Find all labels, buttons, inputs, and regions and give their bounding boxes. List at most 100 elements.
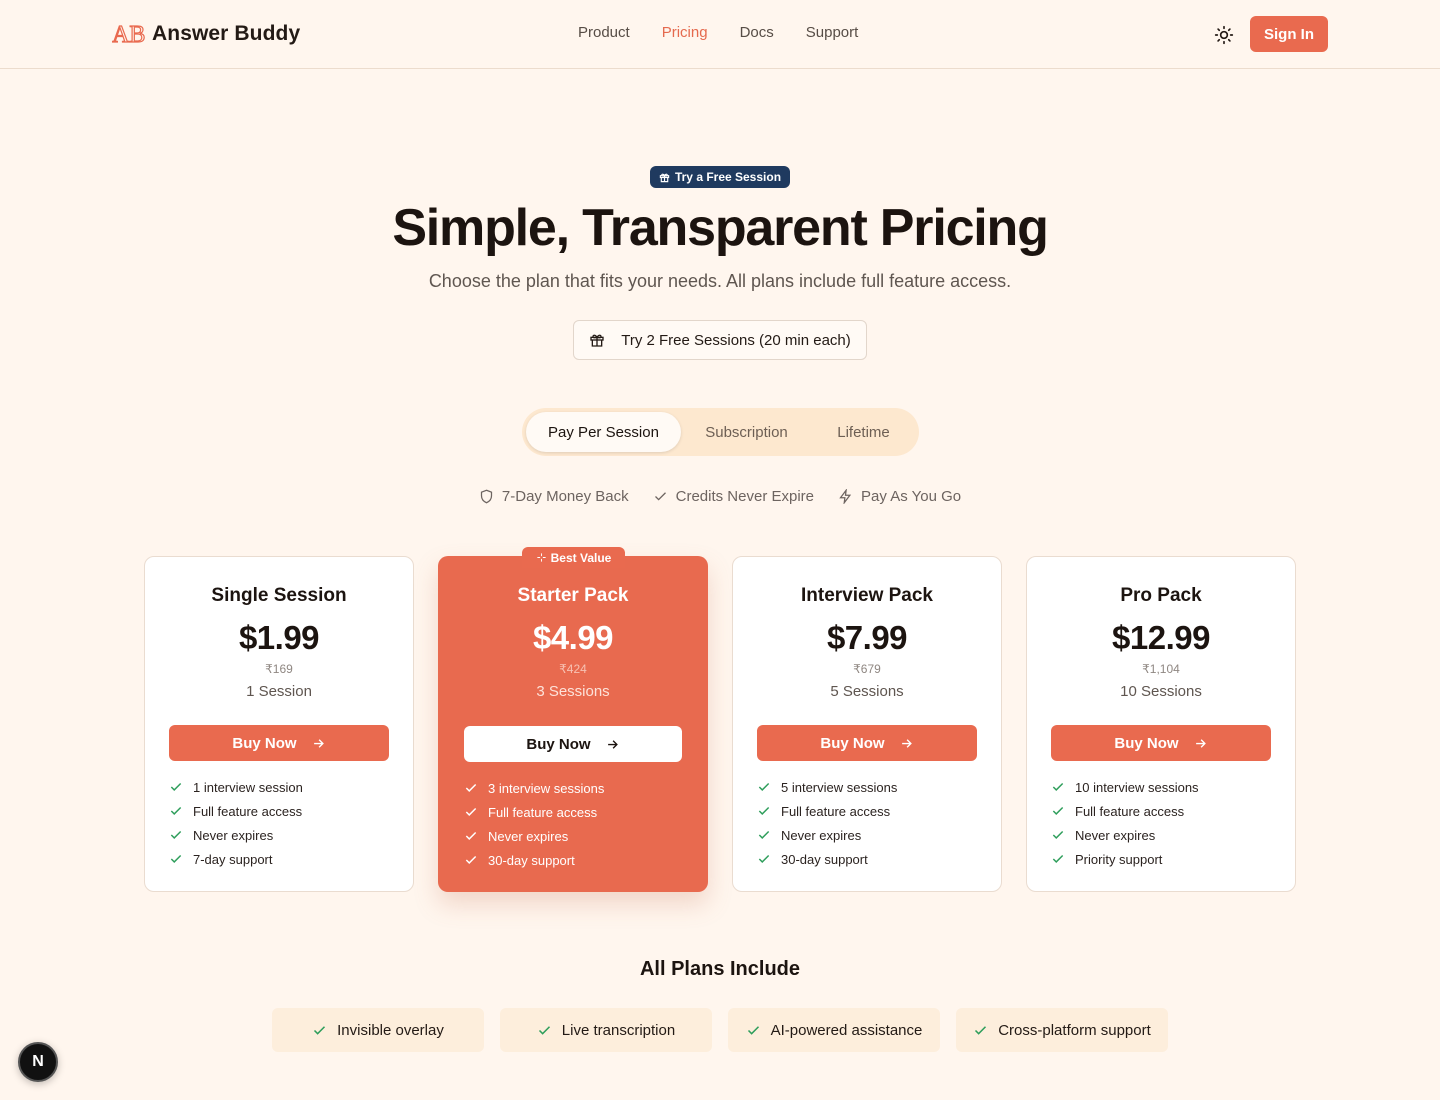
plan-price-inr: ₹169	[265, 662, 293, 676]
plan-card-pro: Pro Pack $12.99 ₹1,104 10 Sessions Buy N…	[1026, 556, 1296, 892]
feature-label: Full feature access	[488, 804, 598, 820]
check-icon	[465, 783, 477, 792]
check-icon	[758, 830, 770, 839]
feature-label: Full feature access	[193, 803, 303, 819]
feature-label: 7-day support	[193, 851, 273, 867]
plan-price-inr: ₹1,104	[1142, 662, 1180, 676]
arrow-right-icon	[607, 739, 618, 749]
plan-sessions: 5 Sessions	[830, 683, 904, 700]
brand-logo[interactable]: AB Answer Buddy	[112, 20, 300, 48]
best-value-label: Best Value	[550, 550, 612, 565]
nav-product[interactable]: Product	[578, 24, 630, 41]
plan-price-inr: ₹679	[853, 662, 881, 676]
included-feature-label: Cross-platform support	[998, 1021, 1151, 1039]
guarantee-label: 7-Day Money Back	[501, 488, 629, 505]
plan-price: $1.99	[238, 619, 320, 656]
tab-pay-per-session[interactable]: Pay Per Session	[526, 412, 681, 452]
feature-item: 3 interview sessions	[464, 776, 604, 800]
guarantee-never-expire: Credits Never Expire	[653, 488, 814, 505]
guarantee-pay-as-you-go: Pay As You Go	[838, 488, 961, 505]
billing-tabs: Pay Per Session Subscription Lifetime	[522, 408, 919, 456]
plan-price: $4.99	[532, 619, 614, 656]
free-sessions-label: Try 2 Free Sessions (20 min each)	[621, 331, 851, 349]
free-session-badge[interactable]: Try a Free Session	[650, 166, 790, 188]
feature-item: 10 interview sessions	[1051, 775, 1199, 799]
buy-now-label: Buy Now	[526, 735, 591, 753]
included-feature-chip: Invisible overlay	[272, 1008, 484, 1052]
feature-label: Never expires	[193, 827, 274, 843]
best-value-badge: Best Value	[522, 547, 625, 568]
plan-features: 1 interview session Full feature access …	[169, 775, 303, 871]
svg-text:AB: AB	[112, 22, 145, 48]
buy-now-button[interactable]: Buy Now	[1051, 725, 1271, 761]
all-plans-list: Invisible overlay Live transcription AI-…	[272, 1008, 1168, 1052]
feature-item: Never expires	[1051, 823, 1199, 847]
feature-item: 5 interview sessions	[757, 775, 897, 799]
sun-icon	[1214, 25, 1234, 45]
plan-features: 5 interview sessions Full feature access…	[757, 775, 897, 871]
page-subtitle: Choose the plan that fits your needs. Al…	[428, 271, 1012, 291]
gift-icon	[590, 334, 604, 347]
tab-subscription[interactable]: Subscription	[685, 412, 808, 452]
plan-card-single: Single Session $1.99 ₹169 1 Session Buy …	[144, 556, 414, 892]
guarantee-label: Credits Never Expire	[675, 488, 815, 505]
check-icon	[1052, 854, 1064, 863]
included-feature-chip: AI-powered assistance	[728, 1008, 940, 1052]
guarantee-row: 7-Day Money Back Credits Never Expire Pa…	[0, 488, 1440, 505]
feature-label: Full feature access	[1075, 803, 1185, 819]
guarantee-money-back: 7-Day Money Back	[479, 488, 629, 505]
feature-label: 5 interview sessions	[781, 779, 898, 795]
free-sessions-button[interactable]: Try 2 Free Sessions (20 min each)	[573, 320, 867, 360]
check-icon	[170, 806, 182, 815]
brand-name: Answer Buddy	[152, 22, 301, 45]
feature-label: Full feature access	[781, 803, 891, 819]
check-icon	[1052, 782, 1064, 791]
sparkle-icon	[537, 553, 546, 562]
check-icon	[758, 854, 770, 863]
check-icon	[758, 782, 770, 791]
check-icon	[170, 782, 182, 791]
logo-mark-icon: AB	[112, 21, 146, 48]
theme-toggle-button[interactable]	[1210, 21, 1238, 49]
site-header: AB Answer Buddy Product Pricing Docs Sup…	[0, 0, 1440, 69]
buy-now-button[interactable]: Buy Now	[757, 725, 977, 761]
buy-now-label: Buy Now	[820, 734, 885, 752]
included-feature-label: Live transcription	[561, 1021, 676, 1039]
nav-support[interactable]: Support	[806, 24, 859, 41]
nav-pricing[interactable]: Pricing	[662, 24, 708, 41]
included-feature-label: Invisible overlay	[337, 1021, 444, 1039]
shield-icon	[480, 489, 493, 504]
feature-item: Never expires	[464, 824, 604, 848]
free-session-badge-label: Try a Free Session	[674, 170, 782, 184]
dev-tools-badge[interactable]: N	[18, 1042, 58, 1082]
nav-docs[interactable]: Docs	[740, 24, 774, 41]
check-icon	[538, 1025, 550, 1035]
plan-name: Interview Pack	[800, 585, 934, 606]
feature-item: 1 interview session	[169, 775, 303, 799]
buy-now-button[interactable]: Buy Now	[464, 726, 682, 762]
feature-label: Priority support	[1075, 851, 1163, 867]
check-icon	[170, 830, 182, 839]
plan-card-interview: Interview Pack $7.99 ₹679 5 Sessions Buy…	[732, 556, 1002, 892]
plan-card-starter: Starter Pack $4.99 ₹424 3 Sessions Buy N…	[438, 556, 708, 892]
arrow-right-icon	[313, 738, 324, 748]
feature-label: 30-day support	[488, 852, 575, 868]
main-nav: Product Pricing Docs Support	[578, 24, 890, 41]
plan-sessions: 1 Session	[246, 683, 312, 700]
feature-label: Never expires	[488, 828, 569, 844]
feature-label: 3 interview sessions	[488, 780, 605, 796]
feature-item: 7-day support	[169, 847, 303, 871]
sign-in-button[interactable]: Sign In	[1250, 16, 1328, 52]
feature-item: Full feature access	[169, 799, 303, 823]
check-icon	[465, 831, 477, 840]
included-feature-chip: Cross-platform support	[956, 1008, 1168, 1052]
plan-price-inr: ₹424	[559, 662, 587, 676]
feature-item: 30-day support	[464, 848, 604, 872]
tab-lifetime[interactable]: Lifetime	[812, 412, 915, 452]
arrow-right-icon	[901, 738, 912, 748]
buy-now-button[interactable]: Buy Now	[169, 725, 389, 761]
check-icon	[758, 806, 770, 815]
feature-label: Never expires	[781, 827, 862, 843]
buy-now-label: Buy Now	[1114, 734, 1179, 752]
feature-label: 30-day support	[781, 851, 868, 867]
